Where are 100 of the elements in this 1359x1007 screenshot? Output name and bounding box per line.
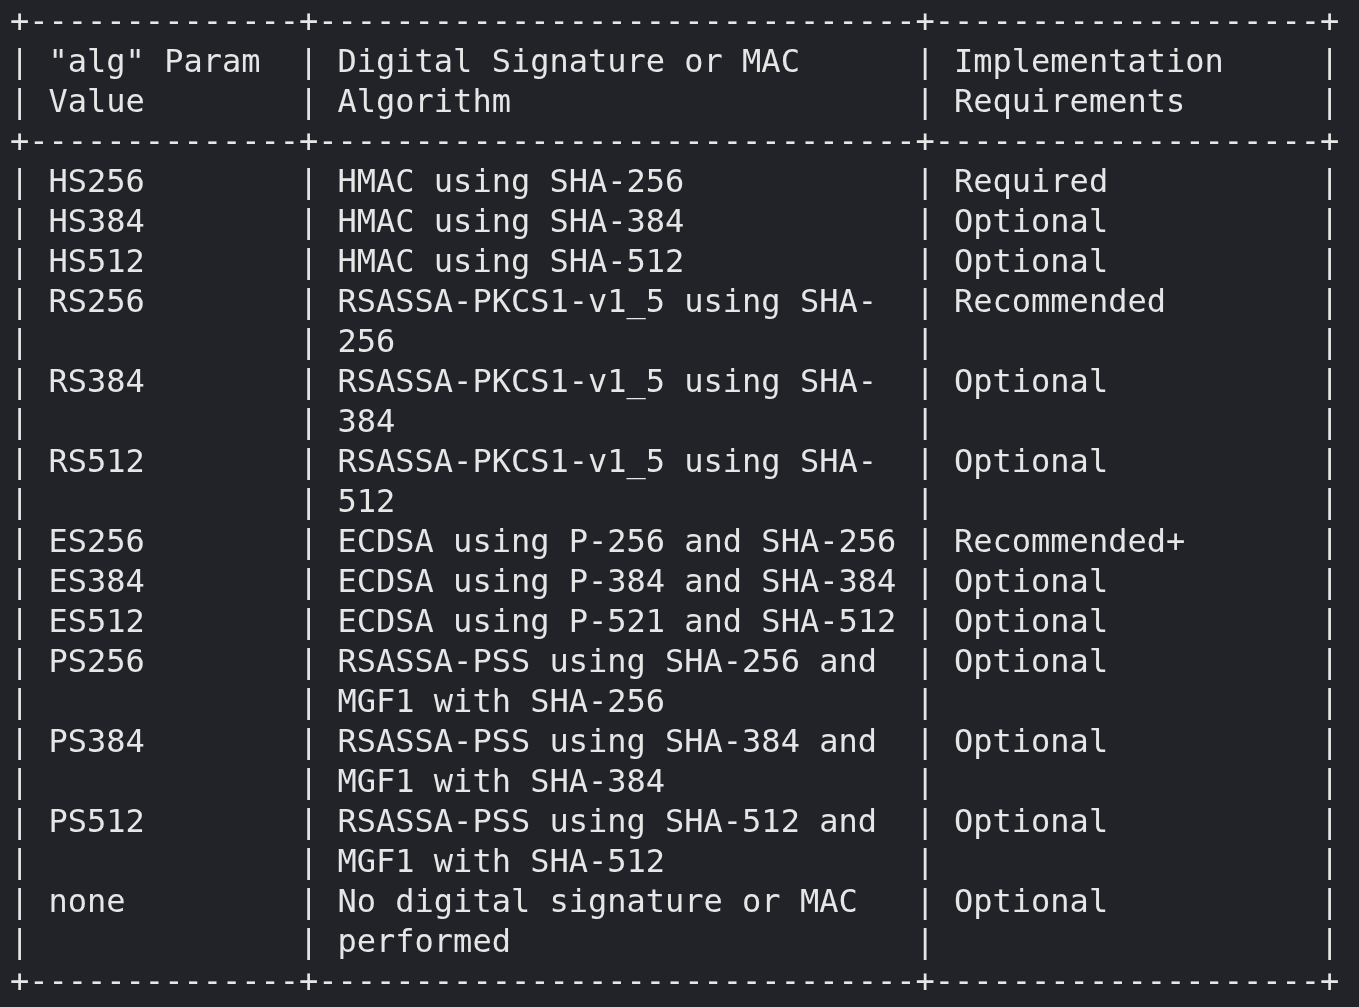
table-cell: RS512 — [48, 442, 145, 480]
table-cell: ES384 — [48, 562, 145, 600]
table-cell: RSASSA-PSS using SHA-384 and MGF1 with SHA-384 — [337, 722, 877, 800]
table-rule: +--------------+-------------------------------+--------------------+ — [10, 1, 1340, 41]
column-divider: | — [299, 562, 319, 600]
table-cell: ECDSA using P-521 and SHA-512 — [337, 602, 897, 640]
column-header: "alg" Param Value — [48, 42, 261, 120]
column-divider: | | — [10, 442, 30, 520]
table-cell: ECDSA using P-256 and SHA-256 — [337, 522, 897, 560]
table-cell: RSASSA-PKCS1-v1_5 using SHA-384 — [337, 362, 877, 440]
table-cell: ECDSA using P-384 and SHA-384 — [337, 562, 897, 600]
column-divider: | — [299, 242, 319, 280]
column-divider: | — [915, 242, 935, 280]
column-header: Digital Signature or MAC Algorithm — [337, 42, 800, 120]
table-cell: Recommended — [954, 282, 1166, 320]
column-divider: | | — [1320, 722, 1340, 800]
column-divider: | | — [1320, 882, 1340, 960]
column-divider: | | — [915, 882, 935, 960]
column-divider: | | — [915, 42, 935, 120]
column-divider: | | — [10, 282, 30, 360]
table-rule: +--------------+-------------------------------+--------------------+ — [10, 121, 1340, 161]
table-cell: RS256 — [48, 282, 145, 320]
table-cell: RSASSA-PSS using SHA-512 and MGF1 with SHA-512 — [337, 802, 877, 880]
column-divider: | | — [1320, 442, 1340, 520]
table-cell: PS512 — [48, 802, 145, 840]
table-cell: none — [48, 882, 126, 920]
column-divider: | — [10, 562, 30, 600]
column-divider: | | — [299, 802, 319, 880]
table-cell: PS256 — [48, 642, 145, 680]
column-divider: | — [915, 602, 935, 640]
column-divider: | | — [915, 442, 935, 520]
column-divider: | — [915, 562, 935, 600]
column-divider: | — [10, 202, 30, 240]
table-cell: No digital signature or MAC performed — [337, 882, 858, 960]
column-divider: | | — [10, 42, 30, 120]
column-divider: | — [1320, 162, 1340, 200]
table-cell: RSASSA-PSS using SHA-256 and MGF1 with SHA-256 — [337, 642, 877, 720]
table-cell: Required — [954, 162, 1109, 200]
column-divider: | | — [299, 362, 319, 440]
table-cell: Optional — [954, 802, 1109, 840]
column-divider: | — [1320, 522, 1340, 560]
column-divider: | — [915, 162, 935, 200]
table-cell: Recommended+ — [954, 522, 1186, 560]
column-divider: | — [10, 162, 30, 200]
column-divider: | — [299, 202, 319, 240]
table-cell: Optional — [954, 442, 1109, 480]
table-cell: Optional — [954, 602, 1109, 640]
column-divider: | | — [915, 802, 935, 880]
column-divider: | | — [1320, 642, 1340, 720]
column-divider: | — [10, 242, 30, 280]
table-cell: RSASSA-PKCS1-v1_5 using SHA-512 — [337, 442, 877, 520]
table-cell: RS384 — [48, 362, 145, 400]
column-divider: | | — [10, 722, 30, 800]
table-cell: RSASSA-PKCS1-v1_5 using SHA-256 — [337, 282, 877, 360]
table-cell: Optional — [954, 362, 1109, 400]
table-cell: Optional — [954, 562, 1109, 600]
table-cell: PS384 — [48, 722, 145, 760]
column-divider: | — [299, 522, 319, 560]
column-divider: | | — [299, 642, 319, 720]
table-cell: Optional — [954, 882, 1109, 920]
column-divider: | | — [299, 282, 319, 360]
column-divider: | | — [1320, 802, 1340, 880]
column-divider: | — [10, 522, 30, 560]
table-cell: HS256 — [48, 162, 145, 200]
column-divider: | | — [915, 642, 935, 720]
table-cell: Optional — [954, 722, 1109, 760]
column-divider: | — [1320, 242, 1340, 280]
column-divider: | | — [1320, 42, 1340, 120]
column-divider: | — [1320, 562, 1340, 600]
table-cell: Optional — [954, 202, 1109, 240]
table-cell: Optional — [954, 642, 1109, 680]
column-divider: | — [915, 202, 935, 240]
column-divider: | | — [10, 802, 30, 880]
table-cell: Optional — [954, 242, 1109, 280]
column-divider: | | — [299, 442, 319, 520]
column-divider: | | — [915, 722, 935, 800]
table-cell: HMAC using SHA-384 — [337, 202, 685, 240]
table-cell: HS512 — [48, 242, 145, 280]
column-divider: | — [299, 602, 319, 640]
column-divider: | | — [299, 722, 319, 800]
table-rule: +--------------+-------------------------------+--------------------+ — [10, 961, 1340, 1001]
column-divider: | | — [299, 882, 319, 960]
column-divider: | | — [10, 642, 30, 720]
table-cell: HS384 — [48, 202, 145, 240]
column-divider: | | — [10, 882, 30, 960]
column-divider: | | — [10, 362, 30, 440]
table-cell: HMAC using SHA-512 — [337, 242, 685, 280]
column-divider: | | — [915, 282, 935, 360]
column-divider: | | — [1320, 362, 1340, 440]
column-divider: | — [915, 522, 935, 560]
column-divider: | — [1320, 602, 1340, 640]
column-divider: | — [1320, 202, 1340, 240]
column-header: Implementation Requirements — [954, 42, 1224, 120]
column-divider: | — [299, 162, 319, 200]
table-cell: ES256 — [48, 522, 145, 560]
column-divider: | — [10, 602, 30, 640]
column-divider: | | — [299, 42, 319, 120]
table-cell: HMAC using SHA-256 — [337, 162, 685, 200]
column-divider: | | — [1320, 282, 1340, 360]
column-divider: | | — [915, 362, 935, 440]
